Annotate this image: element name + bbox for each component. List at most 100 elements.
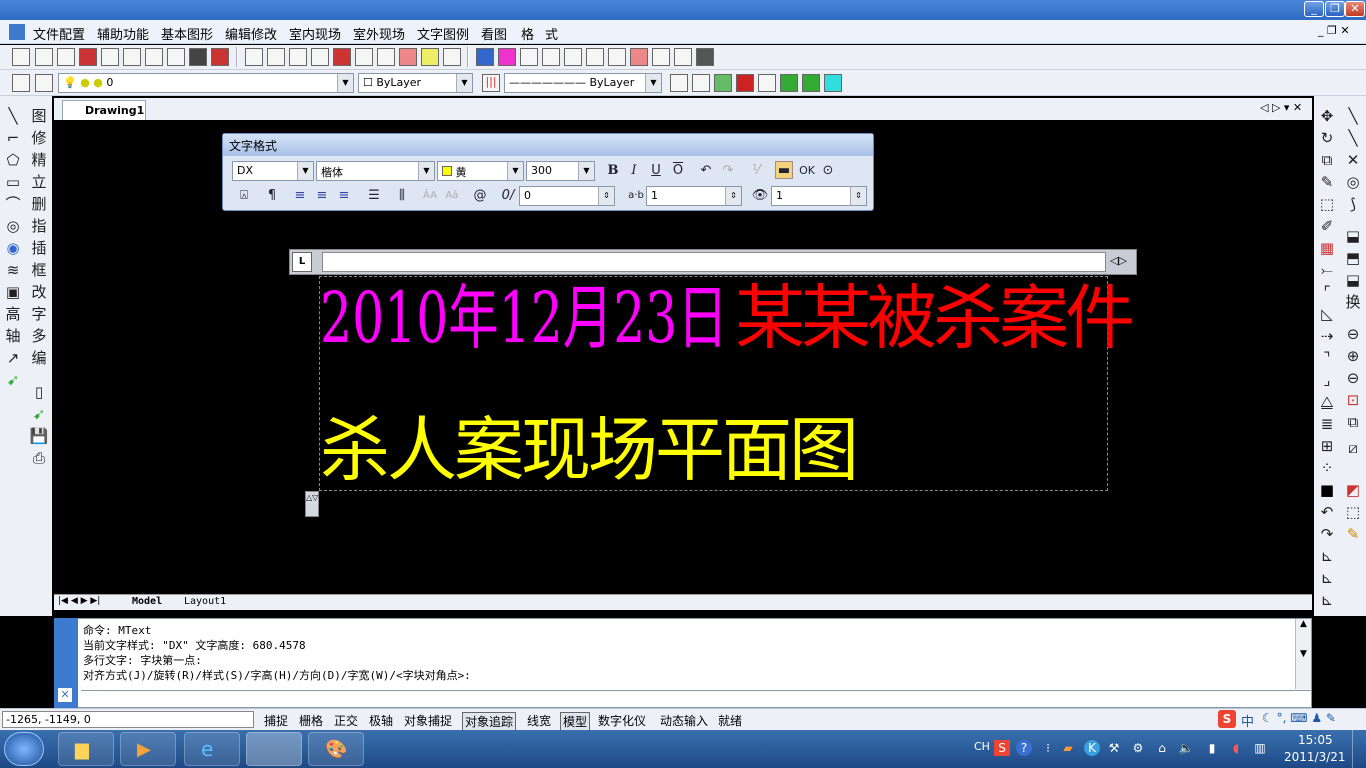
polyline-tool-icon[interactable]: ⌐ xyxy=(3,128,23,148)
command-window-handle[interactable]: ✕ xyxy=(54,618,78,708)
text-ruler[interactable]: L ◁▷ xyxy=(289,249,1137,275)
menu-view[interactable]: 看图 xyxy=(481,24,507,43)
tracking-input[interactable]: 1 ⇕ xyxy=(646,186,742,206)
calculator-icon[interactable] xyxy=(692,74,710,92)
tool-icon[interactable] xyxy=(630,48,648,66)
stack-icon[interactable]: ⅟ xyxy=(747,162,765,180)
line-icon[interactable]: ╲ xyxy=(1343,128,1363,148)
mtext-case-title[interactable]: 某某被杀案件 xyxy=(735,278,1135,358)
undo-icon[interactable]: ↶ xyxy=(1317,502,1337,522)
block-tool-icon[interactable]: ▣ xyxy=(3,282,23,302)
left-tool-8[interactable]: 框 xyxy=(29,260,49,280)
tool-icon[interactable] xyxy=(824,74,842,92)
ime-tools-icon[interactable]: ☾ °, ⌨ ♟ ✎ xyxy=(1262,711,1336,725)
tool-icon[interactable] xyxy=(564,48,582,66)
text-style-combo[interactable]: DX ▼ xyxy=(232,161,314,181)
stack-icon[interactable]: ≣ xyxy=(1317,414,1337,434)
left-tool-4[interactable]: 立 xyxy=(29,172,49,192)
tool-icon[interactable] xyxy=(57,48,75,66)
ucs-icon[interactable]: ⊾ xyxy=(1317,546,1337,566)
region-icon[interactable]: ⬚ xyxy=(1343,502,1363,522)
align-left-icon[interactable]: ≡ xyxy=(291,187,309,205)
scale-icon[interactable]: ◺ xyxy=(1317,304,1337,324)
pan-icon[interactable]: ⧉ xyxy=(1343,412,1363,432)
tool-icon[interactable] xyxy=(35,48,53,66)
menu-text-legend[interactable]: 文字图例 xyxy=(417,24,469,43)
circle-tool-icon[interactable]: ◎ xyxy=(3,216,23,236)
tab-stop-button[interactable]: L xyxy=(292,252,312,272)
tool-icon[interactable] xyxy=(101,48,119,66)
pick-tool-icon[interactable]: ➹ xyxy=(3,370,23,390)
tab-drawing1[interactable]: Drawing1 xyxy=(62,100,146,120)
text-format-title[interactable]: 文字格式 xyxy=(223,134,873,156)
menu-format-b[interactable]: 式 xyxy=(545,24,558,43)
tab-model[interactable]: Model xyxy=(132,596,162,607)
black-square-icon[interactable]: ■ xyxy=(1317,480,1337,500)
menu-edit[interactable]: 编辑修改 xyxy=(225,24,277,43)
menu-outdoor[interactable]: 室外现场 xyxy=(353,24,405,43)
dots-icon[interactable]: ⁘ xyxy=(1317,458,1337,478)
overline-button[interactable]: O xyxy=(669,162,687,180)
menu-file-config[interactable]: 文件配置 xyxy=(33,24,85,43)
tool-icon[interactable] xyxy=(443,48,461,66)
grid-toggle[interactable]: 栅格 xyxy=(297,712,325,729)
redo-icon[interactable]: ↷ xyxy=(719,162,737,180)
pencil-icon[interactable]: ✎ xyxy=(1317,172,1337,192)
arc-tool-icon[interactable]: ⌒ xyxy=(3,194,23,214)
tool-icon[interactable] xyxy=(79,48,97,66)
zoom-icon[interactable]: ⊖ xyxy=(1343,324,1363,344)
command-scrollbar[interactable]: ▲ ▼ xyxy=(1295,619,1311,689)
left-tool-axis[interactable]: 轴 xyxy=(3,326,23,346)
trim-icon[interactable]: ⤚ xyxy=(1317,260,1337,280)
color-combo[interactable]: ☐ ByLayer ▼ xyxy=(358,73,473,93)
intersection-icon[interactable]: ✕ xyxy=(1343,150,1363,170)
ime-mode[interactable]: 中 xyxy=(1241,711,1254,730)
left-tool-9[interactable]: 改 xyxy=(29,282,49,302)
tool-icon[interactable] xyxy=(289,48,307,66)
left-tool-6[interactable]: 指 xyxy=(29,216,49,236)
linetype-combo[interactable]: ——————— ByLayer ▼ xyxy=(504,73,662,93)
stretch-icon[interactable]: ⬚ xyxy=(1317,194,1337,214)
chamfer-icon[interactable]: ⌟ xyxy=(1317,370,1337,390)
restore-button[interactable]: ❐ xyxy=(1325,1,1345,17)
menu-basic-shapes[interactable]: 基本图形 xyxy=(161,24,213,43)
tool-icon[interactable] xyxy=(245,48,263,66)
oblique-icon[interactable]: 0/ xyxy=(499,187,517,205)
left-tool-5[interactable]: 删 xyxy=(29,194,49,214)
taskbar-explorer[interactable]: ▆ xyxy=(58,732,114,766)
network-icon[interactable]: ⌂ xyxy=(1154,740,1170,756)
paragraph-icon[interactable]: ¶ xyxy=(263,187,281,205)
language-indicator[interactable]: CH xyxy=(974,740,990,753)
menu-format-a[interactable]: 格 xyxy=(521,24,534,43)
command-input[interactable] xyxy=(81,690,1311,707)
tool-icon[interactable] xyxy=(211,48,229,66)
minimize-button[interactable]: _ xyxy=(1304,1,1324,17)
save-icon[interactable]: 💾 xyxy=(29,426,49,446)
print-icon[interactable]: ⎙ xyxy=(29,448,49,468)
left-tool-12[interactable]: 编 xyxy=(29,348,49,368)
underline-button[interactable]: U xyxy=(647,162,665,180)
left-tool-1[interactable]: 图 xyxy=(29,106,49,126)
grid-icon[interactable]: ⊞ xyxy=(1317,436,1337,456)
tool-icon[interactable] xyxy=(520,48,538,66)
page-icon[interactable]: ▯ xyxy=(29,382,49,402)
tray-app-icon[interactable]: ▰ xyxy=(1060,740,1076,756)
taskbar-media[interactable]: ▶ xyxy=(120,732,176,766)
ortho-toggle[interactable]: 正交 xyxy=(332,712,360,729)
numbering-icon[interactable]: ☰ xyxy=(365,187,383,205)
line-tool-icon[interactable]: ╲ xyxy=(3,106,23,126)
box-icon[interactable]: ⬓ xyxy=(1343,226,1363,246)
snap-toggle[interactable]: 捕捉 xyxy=(262,712,290,729)
uppercase-icon[interactable]: ĀA xyxy=(421,187,439,205)
cube-icon[interactable]: ⬒ xyxy=(1343,248,1363,268)
tab-scroll-icon[interactable]: |◀ ◀ ▶ ▶| xyxy=(58,596,100,606)
polar-toggle[interactable]: 极轴 xyxy=(367,712,395,729)
pointer-icon[interactable]: ➹ xyxy=(29,404,49,424)
corner-icon[interactable]: ⌜ xyxy=(1317,282,1337,302)
sogou-ime-icon[interactable]: S xyxy=(1218,710,1236,728)
tray-tool-icon[interactable]: ⚙ xyxy=(1130,740,1146,756)
taskbar-paint[interactable]: 🎨 xyxy=(308,732,364,766)
zoom-window-icon[interactable]: ⊡ xyxy=(1343,390,1363,410)
sound-mute-icon[interactable]: ◖ xyxy=(1228,740,1244,756)
redo-icon[interactable]: ↷ xyxy=(1317,524,1337,544)
